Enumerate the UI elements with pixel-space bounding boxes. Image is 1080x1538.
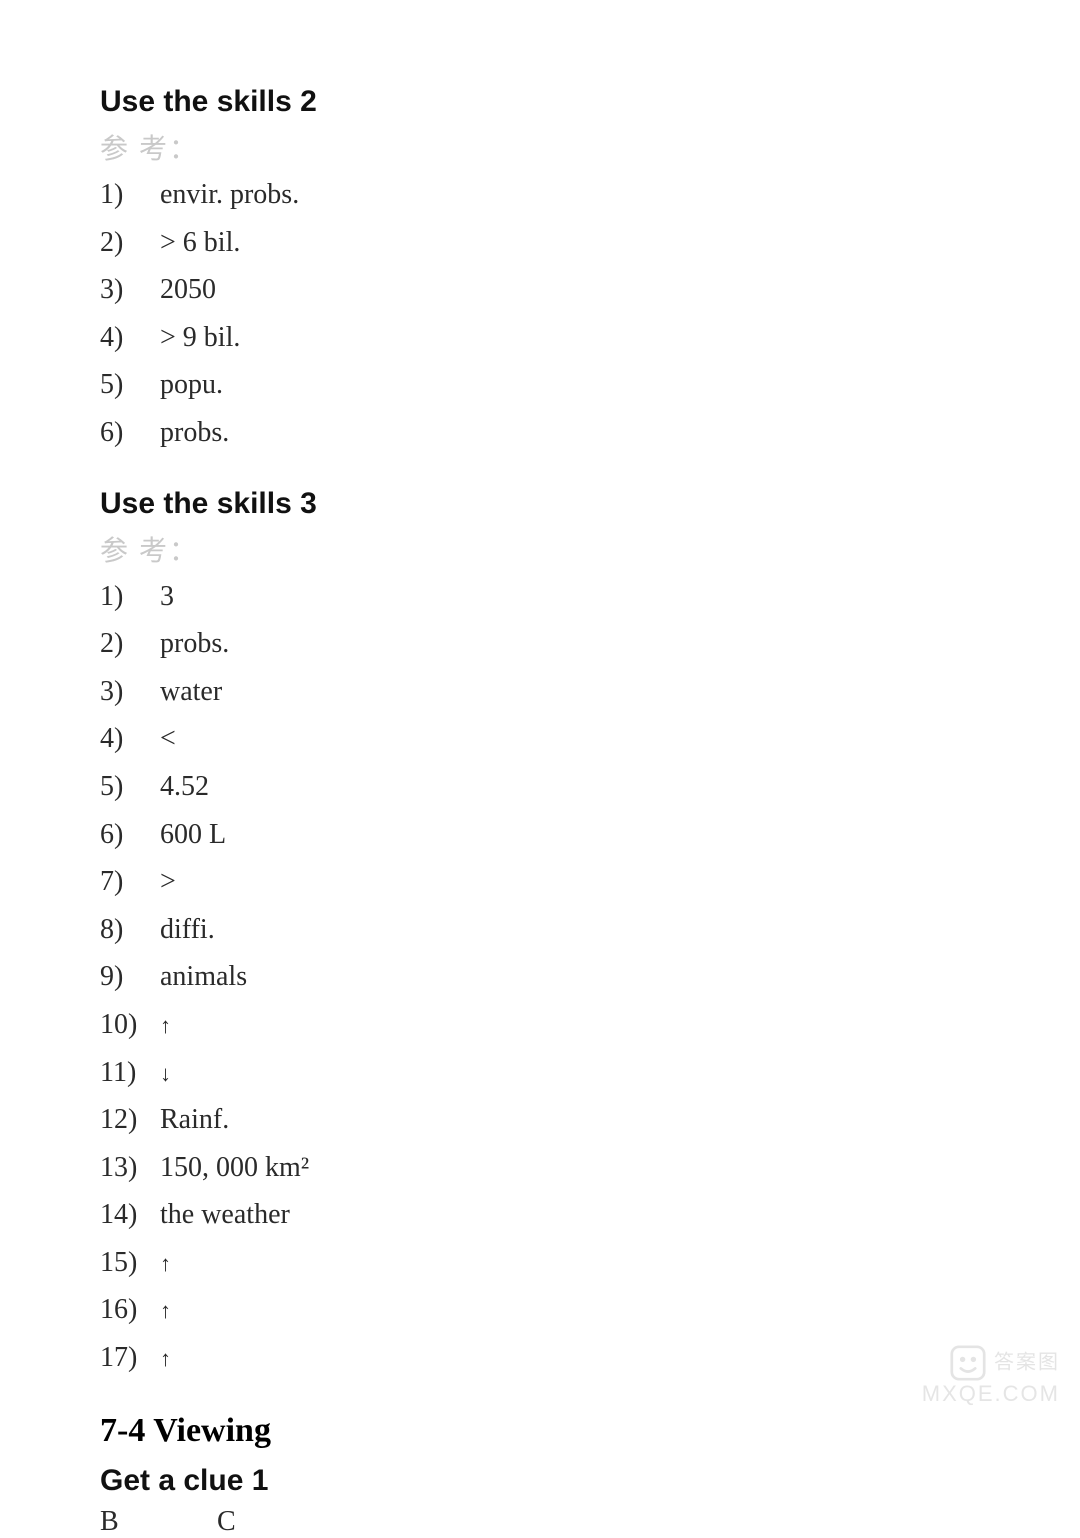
item-number: 2) — [100, 219, 160, 267]
item-value: 4.52 — [160, 763, 209, 811]
item-number: 3) — [100, 668, 160, 716]
list-item: 3)2050 — [100, 266, 980, 314]
list-item: 2)probs. — [100, 620, 980, 668]
item-number: 7) — [100, 858, 160, 906]
item-number: 5) — [100, 361, 160, 409]
item-number: 3) — [100, 266, 160, 314]
list-item: 1)3 — [100, 573, 980, 621]
list-item: 2)> 6 bil. — [100, 219, 980, 267]
item-value: probs. — [160, 409, 229, 457]
item-number: 8) — [100, 906, 160, 954]
list-item: 13)150, 000 km² — [100, 1144, 980, 1192]
item-value: envir. probs. — [160, 171, 299, 219]
item-value: popu. — [160, 361, 223, 409]
list-item: 16)↑ — [100, 1286, 980, 1334]
clue-answers: B C — [100, 1506, 980, 1538]
answer-list-skills3: 1)3 2)probs. 3)water 4)< 5)4.52 6)600 L … — [100, 573, 980, 1382]
section-title-viewing: 7-4 Viewing — [100, 1412, 980, 1450]
item-number: 10) — [100, 1001, 160, 1049]
item-number: 4) — [100, 314, 160, 362]
reference-label-skills2: 参 考： — [100, 127, 980, 167]
item-number: 14) — [100, 1191, 160, 1239]
answer-list-skills2: 1)envir. probs. 2)> 6 bil. 3)2050 4)> 9 … — [100, 171, 980, 457]
list-item: 6)600 L — [100, 811, 980, 859]
list-item: 12)Rainf. — [100, 1096, 980, 1144]
list-item: 5)popu. — [100, 361, 980, 409]
item-value: ↑ — [160, 1245, 171, 1282]
list-item: 1)envir. probs. — [100, 171, 980, 219]
list-item: 4)< — [100, 715, 980, 763]
item-value: > 6 bil. — [160, 219, 240, 267]
item-number: 16) — [100, 1286, 160, 1334]
list-item: 3)water — [100, 668, 980, 716]
item-value: 3 — [160, 573, 174, 621]
item-value: water — [160, 668, 222, 716]
item-number: 6) — [100, 811, 160, 859]
section-title-skills2: Use the skills 2 — [100, 85, 980, 119]
item-number: 1) — [100, 171, 160, 219]
item-number: 17) — [100, 1334, 160, 1382]
item-value: diffi. — [160, 906, 215, 954]
item-number: 6) — [100, 409, 160, 457]
item-value: Rainf. — [160, 1096, 229, 1144]
clue-answer-0: B — [100, 1506, 210, 1538]
item-number: 2) — [100, 620, 160, 668]
list-item: 9)animals — [100, 953, 980, 1001]
item-value: ↑ — [160, 1340, 171, 1377]
section-title-clue1: Get a clue 1 — [100, 1464, 980, 1498]
item-number: 1) — [100, 573, 160, 621]
watermark-line2: MXQE.COM — [922, 1381, 1060, 1407]
item-number: 5) — [100, 763, 160, 811]
list-item: 8)diffi. — [100, 906, 980, 954]
list-item: 10)↑ — [100, 1001, 980, 1049]
section-title-skills3: Use the skills 3 — [100, 487, 980, 521]
reference-label-skills3: 参 考： — [100, 529, 980, 569]
list-item: 6)probs. — [100, 409, 980, 457]
clue-answer-1: C — [217, 1506, 327, 1538]
list-item: 7)> — [100, 858, 980, 906]
item-value: 2050 — [160, 266, 216, 314]
list-item: 4)> 9 bil. — [100, 314, 980, 362]
item-value: > 9 bil. — [160, 314, 240, 362]
item-value: ↑ — [160, 1292, 171, 1329]
item-value: ↑ — [160, 1007, 171, 1044]
watermark-icon — [950, 1345, 986, 1381]
item-value: 150, 000 km² — [160, 1144, 309, 1192]
item-value: the weather — [160, 1191, 290, 1239]
list-item: 5)4.52 — [100, 763, 980, 811]
item-value: > — [160, 858, 176, 906]
item-number: 15) — [100, 1239, 160, 1287]
item-number: 13) — [100, 1144, 160, 1192]
list-item: 14)the weather — [100, 1191, 980, 1239]
list-item: 15)↑ — [100, 1239, 980, 1287]
watermark: 答案图 MXQE.COM — [922, 1345, 1060, 1407]
watermark-text-top: 答案图 — [994, 1351, 1060, 1373]
item-value: ↓ — [160, 1055, 171, 1092]
item-number: 11) — [100, 1049, 160, 1097]
item-value: < — [160, 715, 176, 763]
watermark-line1: 答案图 — [922, 1345, 1060, 1381]
item-value: animals — [160, 953, 247, 1001]
list-item: 11)↓ — [100, 1049, 980, 1097]
item-value: probs. — [160, 620, 229, 668]
item-number: 4) — [100, 715, 160, 763]
item-value: 600 L — [160, 811, 226, 859]
item-number: 12) — [100, 1096, 160, 1144]
list-item: 17)↑ — [100, 1334, 980, 1382]
item-number: 9) — [100, 953, 160, 1001]
